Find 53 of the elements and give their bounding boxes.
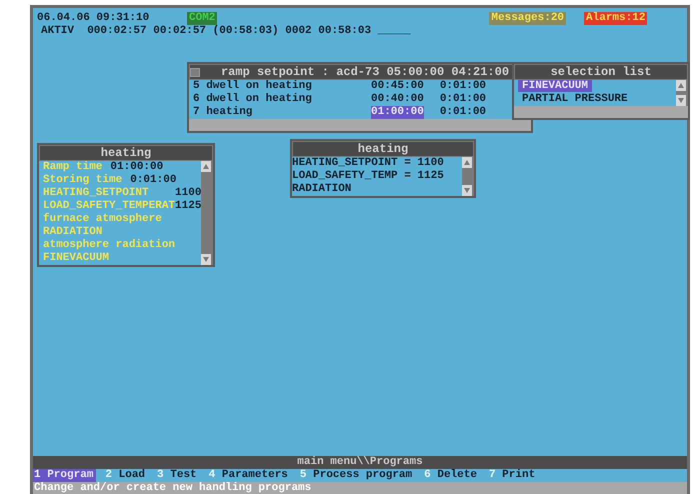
parameter-value: 01:00:00 (110, 161, 164, 174)
step-duration: 0:01:00 (440, 80, 486, 93)
date-time: 06.04.06 09:31:10 (37, 12, 150, 25)
step-label: 5 dwell on heating (193, 80, 313, 93)
parameter-label: RADIATION (43, 226, 102, 239)
parameter-value: 1125 (175, 200, 202, 213)
alarms-count: Alarms:12 (584, 12, 648, 25)
parameter-line: LOAD_SAFETY_TEMP = 1125 (292, 170, 445, 183)
menu-item[interactable]: 5 Process program (298, 469, 416, 482)
window-title: heating (39, 145, 213, 161)
parameter-label: LOAD_SAFETY_TEMPERAT (43, 200, 176, 212)
menu-item[interactable]: 7 Print (488, 469, 538, 482)
parameter-value: 0:01:00 (130, 174, 176, 187)
window-menu-icon[interactable] (190, 68, 200, 76)
scroll-up-icon[interactable] (462, 157, 472, 168)
step-duration: 0:01:00 (440, 106, 486, 119)
window-title: selection list (514, 64, 688, 80)
step-label: 6 dwell on heating (193, 93, 313, 106)
parameter-label: furnace atmosphere (43, 213, 162, 226)
menu-item[interactable]: 3 Test (156, 469, 200, 482)
parameter-label: atmosphere radiation (43, 239, 176, 252)
step-label: 7 heating (193, 106, 254, 119)
scroll-up-icon[interactable] (676, 80, 686, 91)
messages-count: Messages:20 (489, 12, 566, 25)
list-item[interactable]: PARTIAL PRESSURE (518, 93, 632, 105)
scrollbar[interactable] (676, 80, 688, 106)
parameter-label: Storing time (43, 174, 122, 187)
status-line: AKTIV 000:02:57 00:02:57 (00:58:03) 0002 00:58:03 _____ (40, 25, 412, 38)
menu-item[interactable]: 4 Parameters (208, 469, 291, 482)
scroll-down-icon[interactable] (462, 185, 472, 196)
menu-title: main menu\\Programs (33, 456, 687, 469)
parameter-line: HEATING_SETPOINT = 1100 (292, 157, 445, 170)
list-item[interactable]: FINEVACUUM (518, 80, 592, 92)
step-time[interactable]: 00:45:00 (371, 80, 424, 93)
scrollbar[interactable] (201, 161, 213, 265)
scroll-up-icon[interactable] (201, 161, 212, 172)
scroll-down-icon[interactable] (201, 254, 212, 265)
window-title: heating (292, 141, 474, 157)
menu-item[interactable]: 6 Delete (423, 469, 480, 482)
scroll-down-icon[interactable] (676, 95, 686, 106)
scrollbar[interactable] (462, 157, 474, 196)
step-time[interactable]: 00:40:00 (371, 93, 424, 106)
menu-item[interactable]: 2 Load (104, 469, 148, 482)
step-duration: 0:01:00 (440, 93, 486, 106)
parameter-line: RADIATION (292, 183, 352, 196)
parameter-label: HEATING_SETPOINT (43, 187, 149, 200)
window-title: ramp setpoint : acd-73 05:00:00 04:21:00 (220, 65, 510, 79)
parameter-label: FINEVACUUM (43, 252, 110, 265)
port-indicator: COM2 (187, 12, 218, 25)
step-time[interactable]: 01:00:00 (371, 106, 424, 119)
menu-item[interactable]: 1 Program (33, 469, 96, 482)
parameter-label: Ramp time (43, 161, 102, 174)
parameter-value: 1100 (175, 187, 202, 200)
